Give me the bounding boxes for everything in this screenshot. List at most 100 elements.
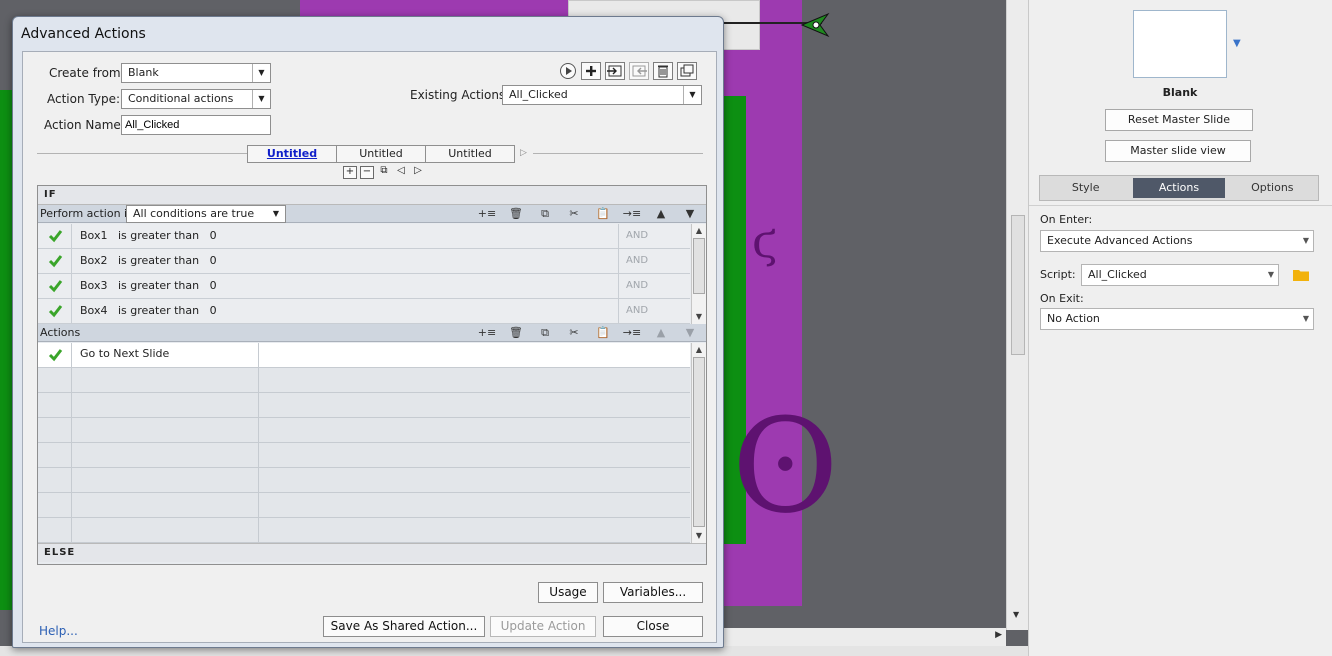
cut-condition-icon[interactable]: ✂ — [564, 206, 584, 221]
check-icon[interactable] — [38, 249, 72, 273]
previous-decision-icon[interactable]: ◁ — [394, 166, 408, 179]
actions-scrollbar[interactable]: ▲ ▼ — [691, 343, 706, 543]
check-icon[interactable] — [38, 299, 72, 323]
chevron-down-icon[interactable]: ▼ — [1233, 38, 1241, 49]
action-row[interactable] — [38, 493, 690, 518]
condition-join[interactable]: AND — [618, 299, 690, 323]
move-down-icon[interactable]: ▼ — [680, 206, 700, 221]
update-action-button[interactable]: Update Action — [490, 616, 596, 637]
preview-icon[interactable] — [559, 62, 577, 80]
export-icon[interactable] — [629, 62, 649, 80]
insert-action-icon[interactable]: +≡ — [477, 325, 497, 340]
action-name-label: Action Name: — [44, 118, 125, 132]
condition-join[interactable]: AND — [618, 224, 690, 248]
dialog-titlebar[interactable]: Advanced Actions — [13, 17, 723, 49]
dialog-body: Create from: Blank ▼ Action Type: Conditi… — [22, 51, 717, 643]
stage-vertical-scrollbar[interactable]: ▼ — [1006, 0, 1028, 630]
else-section-header[interactable]: ELSE — [38, 543, 706, 562]
paste-action-icon[interactable]: 📋 — [593, 325, 613, 340]
on-exit-select[interactable]: No Action ▼ — [1040, 308, 1314, 330]
decision-tab-1[interactable]: Untitled — [247, 145, 337, 163]
action-name-cell[interactable]: Go to Next Slide — [72, 343, 259, 367]
tab-options[interactable]: Options — [1227, 176, 1318, 200]
move-up-icon[interactable]: ▲ — [651, 206, 671, 221]
action-row[interactable] — [38, 518, 690, 543]
action-name-input[interactable] — [121, 115, 271, 135]
action-row[interactable] — [38, 368, 690, 393]
script-label: Script: — [1040, 268, 1076, 281]
action-row[interactable] — [38, 468, 690, 493]
condition-row[interactable]: Box2 is greater than 0 AND — [38, 249, 690, 274]
import-icon[interactable] — [605, 62, 625, 80]
master-slide-view-button[interactable]: Master slide view — [1105, 140, 1251, 162]
scroll-down-icon[interactable]: ▼ — [692, 310, 706, 323]
usage-button[interactable]: Usage — [538, 582, 598, 603]
scroll-up-icon[interactable]: ▲ — [692, 343, 706, 356]
tab-style[interactable]: Style — [1040, 176, 1131, 200]
chevron-right-icon[interactable]: ▷ — [520, 148, 527, 158]
condition-row[interactable]: Box4 is greater than 0 AND — [38, 299, 690, 324]
delete-action-icon[interactable]: 🗑 — [506, 325, 526, 340]
actions-label: Actions — [40, 326, 81, 339]
on-enter-select[interactable]: Execute Advanced Actions ▼ — [1040, 230, 1314, 252]
decision-tab-2[interactable]: Untitled — [336, 145, 426, 163]
reset-master-slide-button[interactable]: Reset Master Slide — [1105, 109, 1253, 131]
add-icon[interactable] — [581, 62, 601, 80]
action-row[interactable]: Go to Next Slide — [38, 343, 690, 368]
existing-actions-select[interactable]: All_Clicked ▼ — [502, 85, 702, 105]
if-section-header[interactable]: IF — [38, 186, 706, 205]
condition-operator: is greater than — [117, 279, 200, 292]
decision-tab-3[interactable]: Untitled — [425, 145, 515, 163]
scroll-up-icon[interactable]: ▲ — [692, 224, 706, 237]
script-select[interactable]: All_Clicked ▼ — [1081, 264, 1279, 286]
save-shared-action-button[interactable]: Save As Shared Action... — [323, 616, 485, 637]
perform-if-select[interactable]: All conditions are true ▼ — [126, 205, 286, 223]
move-down-icon[interactable]: ▼ — [680, 325, 700, 340]
insert-below-icon[interactable]: →≡ — [622, 206, 642, 221]
conditions-scrollbar[interactable]: ▲ ▼ — [691, 224, 706, 324]
action-row[interactable] — [38, 443, 690, 468]
slide-decor-glyph: ϛ — [752, 214, 778, 268]
master-slide-thumbnail[interactable] — [1133, 10, 1227, 78]
help-link[interactable]: Help... — [39, 624, 78, 638]
copy-condition-icon[interactable]: ⧉ — [535, 206, 555, 221]
delete-icon[interactable] — [653, 62, 673, 80]
action-type-select[interactable]: Conditional actions ▼ — [121, 89, 271, 109]
condition-join[interactable]: AND — [618, 274, 690, 298]
motion-path-end-icon[interactable] — [800, 12, 830, 38]
copy-action-icon[interactable]: ⧉ — [535, 325, 555, 340]
copy-decision-icon[interactable]: ⧉ — [377, 166, 391, 179]
properties-panel: ▼ Blank Reset Master Slide Master slide … — [1028, 0, 1332, 656]
panel-tabs: Style Actions Options — [1039, 175, 1319, 201]
remove-decision-icon[interactable]: − — [360, 166, 374, 179]
scroll-thumb[interactable] — [693, 357, 705, 527]
duplicate-icon[interactable] — [677, 62, 697, 80]
check-icon[interactable] — [38, 343, 72, 367]
scroll-thumb[interactable] — [693, 238, 705, 294]
action-row[interactable] — [38, 393, 690, 418]
create-from-select[interactable]: Blank ▼ — [121, 63, 271, 83]
close-button[interactable]: Close — [603, 616, 703, 637]
condition-row[interactable]: Box3 is greater than 0 AND — [38, 274, 690, 299]
next-decision-icon[interactable]: ▷ — [411, 166, 425, 179]
tab-actions[interactable]: Actions — [1133, 178, 1225, 198]
delete-condition-icon[interactable]: 🗑 — [506, 206, 526, 221]
add-decision-icon[interactable]: + — [343, 166, 357, 179]
stage-horizontal-scrollbar[interactable]: ▶ — [724, 628, 1006, 646]
check-icon[interactable] — [38, 224, 72, 248]
cut-action-icon[interactable]: ✂ — [564, 325, 584, 340]
scroll-down-icon[interactable]: ▼ — [692, 529, 706, 542]
check-icon[interactable] — [38, 274, 72, 298]
move-up-icon[interactable]: ▲ — [651, 325, 671, 340]
condition-join[interactable]: AND — [618, 249, 690, 273]
paste-condition-icon[interactable]: 📋 — [593, 206, 613, 221]
insert-condition-icon[interactable]: +≡ — [477, 206, 497, 221]
condition-row[interactable]: Box1 is greater than 0 AND — [38, 224, 690, 249]
chevron-down-icon: ▼ — [1267, 270, 1274, 279]
panel-divider — [1029, 205, 1332, 206]
variables-button[interactable]: Variables... — [603, 582, 703, 603]
folder-icon[interactable] — [1293, 268, 1309, 281]
insert-below-icon[interactable]: →≡ — [622, 325, 642, 340]
action-row[interactable] — [38, 418, 690, 443]
create-from-label: Create from: — [49, 66, 125, 80]
